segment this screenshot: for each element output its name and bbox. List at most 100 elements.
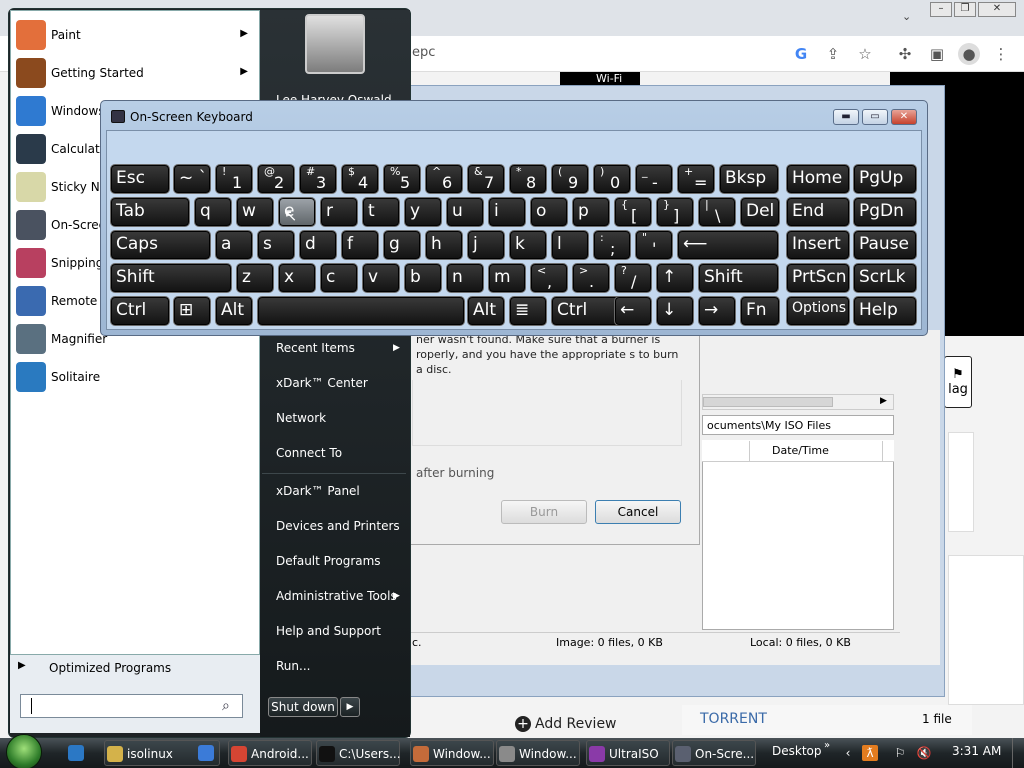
key[interactable]: d (299, 230, 337, 260)
key[interactable]: b (404, 263, 442, 293)
torrent-link[interactable]: TORRENT (700, 711, 767, 727)
google-icon[interactable]: G (790, 43, 812, 65)
key[interactable]: ⟵ (677, 230, 779, 260)
cancel-button[interactable]: Cancel (595, 500, 681, 524)
horizontal-scrollbar[interactable] (702, 394, 894, 410)
search-icon[interactable]: ⌕ (222, 698, 230, 714)
key[interactable]: u (446, 197, 484, 227)
tab-search-chevron-icon[interactable]: ⌄ (902, 10, 911, 23)
start-button[interactable] (6, 734, 42, 768)
burn-button[interactable]: Burn (501, 500, 587, 524)
key[interactable]: Insert (786, 230, 850, 260)
key[interactable]: Options (786, 296, 850, 326)
key[interactable]: y (404, 197, 442, 227)
key[interactable]: ← (614, 296, 652, 326)
key[interactable]: Bksp (719, 164, 779, 194)
taskbar-button[interactable]: Android... (228, 740, 312, 766)
key[interactable]: Alt (215, 296, 253, 326)
scrollbar-thumb[interactable] (703, 397, 833, 407)
key[interactable]: {[ (614, 197, 652, 227)
key[interactable]: _ - (635, 164, 673, 194)
start-menu-link[interactable]: Help and Support (276, 624, 381, 638)
close-button[interactable]: ✕ (978, 2, 1016, 17)
taskbar-button[interactable]: C:\Users... (316, 740, 401, 766)
key[interactable]: Pause (853, 230, 917, 260)
key[interactable]: #3 (299, 164, 337, 194)
action-center-icon[interactable]: ⚐ (892, 745, 908, 761)
key[interactable]: ⊞ (173, 296, 211, 326)
profile-avatar-icon[interactable]: ● (958, 43, 980, 65)
show-desktop-button[interactable] (1012, 738, 1024, 768)
key[interactable]: PrtScn (786, 263, 850, 293)
start-menu-link[interactable]: xDark™ Center (276, 376, 368, 390)
key[interactable]: ≣ (509, 296, 547, 326)
key[interactable]: Shift (110, 263, 232, 293)
key[interactable]: p (572, 197, 610, 227)
key[interactable]: ↓ (656, 296, 694, 326)
pinned-item[interactable]: Paint ▶ (14, 18, 258, 54)
pinned-item[interactable]: Getting Started ▶ (14, 56, 258, 92)
key[interactable]: v (362, 263, 400, 293)
local-file-list[interactable] (702, 440, 894, 630)
tray-expand-icon[interactable]: ‹ (840, 745, 856, 761)
key[interactable]: r (320, 197, 358, 227)
key[interactable]: >. (572, 263, 610, 293)
start-menu-link[interactable]: Run... (276, 659, 310, 673)
toolbar-chevron-icon[interactable]: » (824, 740, 830, 751)
shut-down-options-icon[interactable]: ▶ (340, 697, 360, 717)
key[interactable]: Caps (110, 230, 211, 260)
taskbar-button[interactable] (66, 740, 92, 766)
key[interactable]: i (488, 197, 526, 227)
key[interactable]: ? / (614, 263, 652, 293)
extensions-icon[interactable]: ✣ (894, 43, 916, 65)
taskbar-button[interactable]: Window... (410, 740, 494, 766)
key[interactable]: k (509, 230, 547, 260)
key[interactable]: x (278, 263, 316, 293)
key[interactable]: f (341, 230, 379, 260)
key[interactable]: }] (656, 197, 694, 227)
start-menu-link[interactable]: Administrative Tools (276, 589, 397, 603)
taskbar-button[interactable] (196, 740, 222, 766)
key[interactable] (257, 296, 465, 326)
start-menu-link[interactable]: Network (276, 411, 326, 425)
key[interactable]: t (362, 197, 400, 227)
key[interactable]: PgDn (853, 197, 917, 227)
key[interactable]: :; (593, 230, 631, 260)
start-menu-link[interactable]: Devices and Printers (276, 519, 400, 533)
key[interactable]: ! 1 (215, 164, 253, 194)
key[interactable]: c (320, 263, 358, 293)
clock[interactable]: 3:31 AM (952, 744, 1001, 758)
osk-maximize-button[interactable]: ▭ (862, 109, 888, 125)
key[interactable]: Alt (467, 296, 505, 326)
start-menu-link[interactable]: Recent Items (276, 341, 355, 355)
key[interactable]: | \ (698, 197, 736, 227)
key[interactable]: Shift (698, 263, 779, 293)
key[interactable]: Home (786, 164, 850, 194)
user-avatar[interactable] (305, 14, 365, 74)
column-date-time[interactable]: Date/Time (772, 444, 829, 457)
add-review-button[interactable]: + Add Review (515, 716, 617, 732)
start-search-input[interactable] (20, 694, 243, 718)
key[interactable]: End (786, 197, 850, 227)
key[interactable]: o (530, 197, 568, 227)
key[interactable]: % 5 (383, 164, 421, 194)
key[interactable]: * 8 (509, 164, 547, 194)
browser-menu-icon[interactable]: ⋮ (990, 43, 1012, 65)
start-menu-link[interactable]: xDark™ Panel (276, 484, 360, 498)
desktop-toolbar[interactable]: Desktop (772, 744, 822, 758)
key[interactable]: s (257, 230, 295, 260)
key[interactable]: Esc (110, 164, 170, 194)
key[interactable]: ScrLk (853, 263, 917, 293)
start-menu-link[interactable]: Default Programs (276, 554, 381, 568)
key[interactable]: + = (677, 164, 715, 194)
address-bar-text[interactable]: epc (412, 45, 435, 60)
key[interactable]: PgUp (853, 164, 917, 194)
key[interactable]: " ' (635, 230, 673, 260)
key[interactable]: w (236, 197, 274, 227)
flag-button[interactable]: ⚑ lag (944, 356, 972, 408)
key[interactable]: q (194, 197, 232, 227)
taskbar-button[interactable]: Window... (496, 740, 580, 766)
minimize-button[interactable]: – (930, 2, 952, 17)
tray-app-icon[interactable]: ƛ (862, 745, 878, 761)
side-panel-icon[interactable]: ▣ (926, 43, 948, 65)
